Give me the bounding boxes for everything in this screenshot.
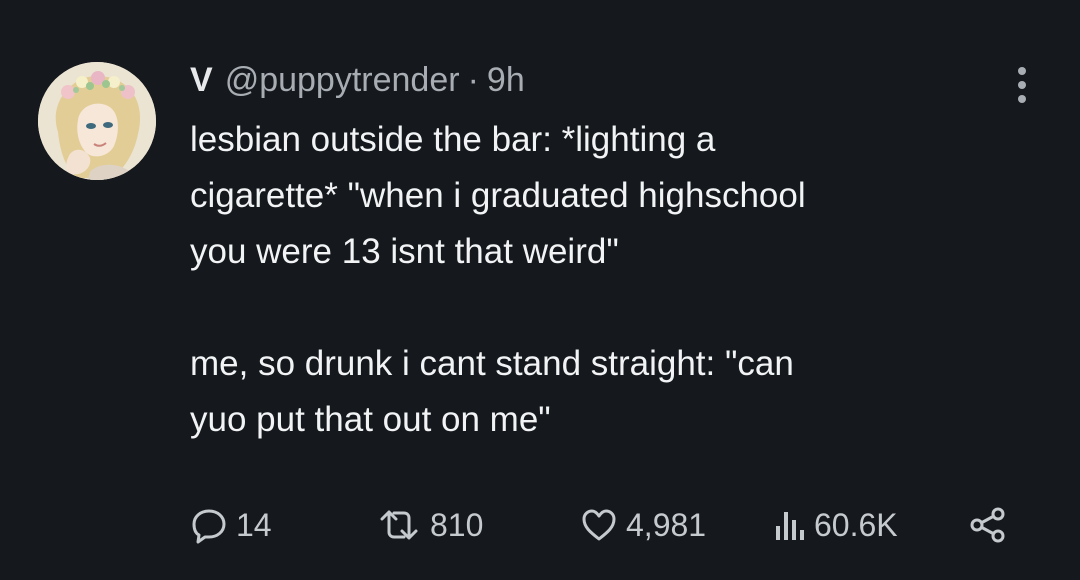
share-button[interactable]: [968, 500, 1008, 550]
views-button[interactable]: 60.6K: [772, 500, 898, 550]
more-vertical-icon: [1018, 67, 1026, 103]
like-button[interactable]: 4,981: [580, 500, 706, 550]
tweet-text-line: cigarette* "when i graduated highschool: [190, 176, 806, 215]
share-icon: [970, 507, 1005, 543]
separator-dot: ·: [467, 61, 479, 99]
tweet-header: V @puppytrender · 9h: [190, 58, 525, 102]
tweet-card[interactable]: V @puppytrender · 9h lesbian outside the…: [0, 0, 1080, 580]
display-name[interactable]: V: [190, 58, 213, 102]
reply-icon: [192, 509, 226, 544]
retweet-icon: [380, 510, 418, 540]
reply-button[interactable]: 14: [190, 500, 272, 550]
timestamp[interactable]: 9h: [487, 58, 525, 102]
avatar-image: [38, 62, 156, 180]
action-bar: 14 810 4,981 60.6K: [190, 500, 1040, 550]
tweet-text: lesbian outside the bar: *lighting a cig…: [190, 112, 1040, 448]
retweet-count: 810: [430, 507, 484, 543]
user-handle[interactable]: @puppytrender: [225, 58, 460, 102]
more-options-button[interactable]: [1004, 62, 1040, 108]
tweet-text-line: me, so drunk i cant stand straight: "can: [190, 344, 794, 383]
tweet-text-line: you were 13 isnt that weird": [190, 232, 619, 271]
view-count: 60.6K: [814, 507, 898, 543]
retweet-button[interactable]: 810: [376, 500, 483, 550]
heart-icon: [582, 509, 616, 541]
avatar[interactable]: [38, 62, 156, 180]
tweet-text-line: lesbian outside the bar: *lighting a: [190, 120, 716, 159]
like-count: 4,981: [626, 507, 707, 543]
views-chart-icon: [776, 512, 804, 540]
reply-count: 14: [236, 507, 272, 543]
tweet-text-line: yuo put that out on me": [190, 400, 551, 439]
